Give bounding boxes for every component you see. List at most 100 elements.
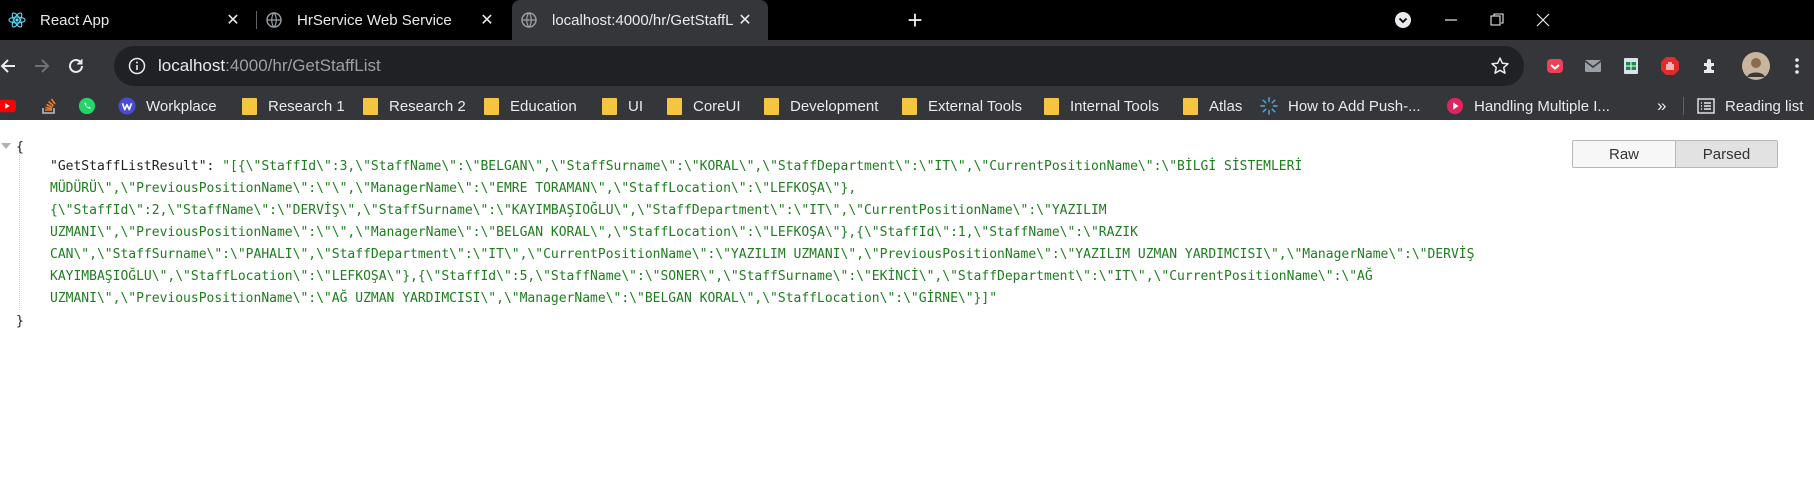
close-tab-icon[interactable]: ✕ [476, 9, 498, 31]
tab-getstafflist[interactable]: localhost:4000/hr/GetStaffList ✕ [512, 0, 768, 40]
pocket-icon[interactable] [1544, 55, 1566, 77]
bookmark-label: External Tools [928, 97, 1022, 115]
avatar[interactable] [1742, 52, 1770, 80]
json-close-brace: } [16, 314, 24, 329]
browser-toolbar: localhost:4000/hr/GetStaffList [0, 40, 1814, 92]
scrollbar[interactable] [1798, 136, 1814, 479]
tab-title: localhost:4000/hr/GetStaffList [552, 11, 734, 29]
tab-search-icon[interactable] [1380, 0, 1426, 40]
collapse-toggle-icon[interactable] [1, 143, 11, 149]
url-path: :4000/hr/GetStaffList [225, 56, 381, 75]
play-icon [1446, 97, 1464, 115]
bookmarks-overflow-button[interactable]: » [1657, 92, 1666, 120]
bookmark-folder-coreui[interactable]: CoreUI [665, 92, 741, 120]
bookmark-star-icon[interactable] [1490, 56, 1510, 76]
youtube-icon [0, 97, 16, 115]
bookmark-folder-ui[interactable]: UI [600, 92, 643, 120]
info-icon[interactable] [128, 57, 146, 75]
bookmark-folder-research-1[interactable]: Research 1 [240, 92, 345, 120]
tree-guide-line [19, 150, 20, 310]
bookmark-label: How to Add Push-... [1288, 97, 1421, 115]
extensions-puzzle-icon[interactable] [1699, 55, 1721, 77]
globe-icon [265, 11, 283, 29]
address-bar[interactable]: localhost:4000/hr/GetStaffList [114, 46, 1524, 86]
bookmark-folder-external-tools[interactable]: External Tools [900, 92, 1022, 120]
json-key: "GetStaffListResult": [50, 159, 215, 174]
view-toggle: Raw Parsed [1572, 140, 1778, 168]
raw-button[interactable]: Raw [1573, 141, 1675, 167]
bookmark-push-notifications[interactable]: How to Add Push-... [1260, 92, 1421, 120]
json-value-line: CAN\",\"StaffSurname\":\"PAHALI\",\"Staf… [50, 247, 1475, 262]
new-tab-button[interactable]: + [902, 7, 928, 34]
bookmark-label: Research 2 [389, 97, 466, 115]
url-text[interactable]: localhost:4000/hr/GetStaffList [158, 56, 381, 76]
bookmark-label: Development [790, 97, 879, 115]
close-tab-icon[interactable]: ✕ [734, 9, 756, 31]
json-value-line: "[{\"StaffId\":3,\"StaffName\":\"BELGAN\… [222, 159, 1303, 174]
adblock-icon[interactable] [1659, 55, 1681, 77]
bookmark-label: Research 1 [268, 97, 345, 115]
json-value-line: {\"StaffId\":2,\"StaffName\":\"DERVİŞ\",… [50, 203, 1107, 218]
url-host: localhost [158, 56, 226, 75]
bookmark-workplace[interactable]: Workplace [118, 92, 217, 120]
folder-icon [600, 97, 618, 115]
bookmark-handling-multiple[interactable]: Handling Multiple I... [1446, 92, 1610, 120]
parsed-button[interactable]: Parsed [1675, 141, 1777, 167]
reading-list-label: Reading list [1725, 97, 1804, 115]
folder-icon [1042, 97, 1060, 115]
bookmark-label: Education [510, 97, 577, 115]
bookmark-label: CoreUI [693, 97, 741, 115]
minimize-button[interactable] [1428, 0, 1474, 40]
folder-icon [900, 97, 918, 115]
json-value-line: MÜDÜRÜ\",\"PreviousPositionName\":\"\",\… [50, 181, 857, 196]
spreadsheet-icon[interactable] [1620, 55, 1642, 77]
page-content: { "GetStaffListResult": "[{\"StaffId\":3… [0, 120, 1814, 479]
folder-icon [240, 97, 258, 115]
bookmark-label: Handling Multiple I... [1474, 97, 1610, 115]
tab-strip: React App ✕ HrService Web Service ✕ loca… [0, 0, 1814, 40]
reload-button[interactable] [62, 52, 90, 80]
tab-title: React App [40, 11, 110, 29]
bookmark-folder-development[interactable]: Development [762, 92, 878, 120]
restore-button[interactable] [1474, 0, 1520, 40]
back-button[interactable] [0, 52, 22, 80]
whatsapp-icon [78, 97, 96, 115]
json-value-line: UZMANI\",\"PreviousPositionName\":\"AĞ U… [50, 291, 998, 306]
loading-icon [1260, 97, 1278, 115]
react-icon [8, 11, 26, 29]
bookmark-folder-research-2[interactable]: Research 2 [361, 92, 466, 120]
json-open-brace: { [16, 140, 24, 155]
folder-icon [762, 97, 780, 115]
bookmark-folder-atlas[interactable]: Atlas [1181, 92, 1242, 120]
bookmarks-divider [1683, 97, 1684, 115]
bookmark-label: Internal Tools [1070, 97, 1159, 115]
reading-list-icon [1697, 97, 1715, 115]
json-value-line: UZMANI\",\"PreviousPositionName\":\"\",\… [50, 225, 1138, 240]
bookmark-label: Workplace [146, 97, 217, 115]
workplace-icon [118, 97, 136, 115]
json-value-line: KAYIMBAŞIOĞLU\",\"StaffLocation\":\"LEFK… [50, 269, 1373, 284]
folder-icon [361, 97, 379, 115]
stackoverflow-icon [40, 97, 58, 115]
close-window-button[interactable] [1520, 0, 1566, 40]
mail-icon[interactable] [1582, 55, 1604, 77]
reading-list-button[interactable]: Reading list [1697, 92, 1803, 120]
menu-kebab-icon[interactable] [1786, 55, 1808, 77]
tab-title: HrService Web Service [297, 11, 452, 29]
close-tab-icon[interactable]: ✕ [222, 9, 244, 31]
bookmark-folder-education[interactable]: Education [482, 92, 577, 120]
bookmark-label: UI [628, 97, 643, 115]
folder-icon [665, 97, 683, 115]
forward-button[interactable] [28, 52, 56, 80]
bookmark-folder-internal-tools[interactable]: Internal Tools [1042, 92, 1159, 120]
tab-hrservice[interactable]: HrService Web Service ✕ [257, 0, 510, 40]
bookmark-youtube[interactable] [0, 92, 26, 120]
bookmarks-bar: Workplace Research 1 Research 2 Educatio… [0, 92, 1814, 120]
tab-react-app[interactable]: React App ✕ [0, 0, 256, 40]
folder-icon [482, 97, 500, 115]
bookmark-whatsapp[interactable] [78, 92, 106, 120]
folder-icon [1181, 97, 1199, 115]
bookmark-stackoverflow[interactable] [40, 92, 68, 120]
bookmark-label: Atlas [1209, 97, 1243, 115]
json-line-1: "GetStaffListResult": "[{\"StaffId\":3,\… [50, 156, 1302, 178]
